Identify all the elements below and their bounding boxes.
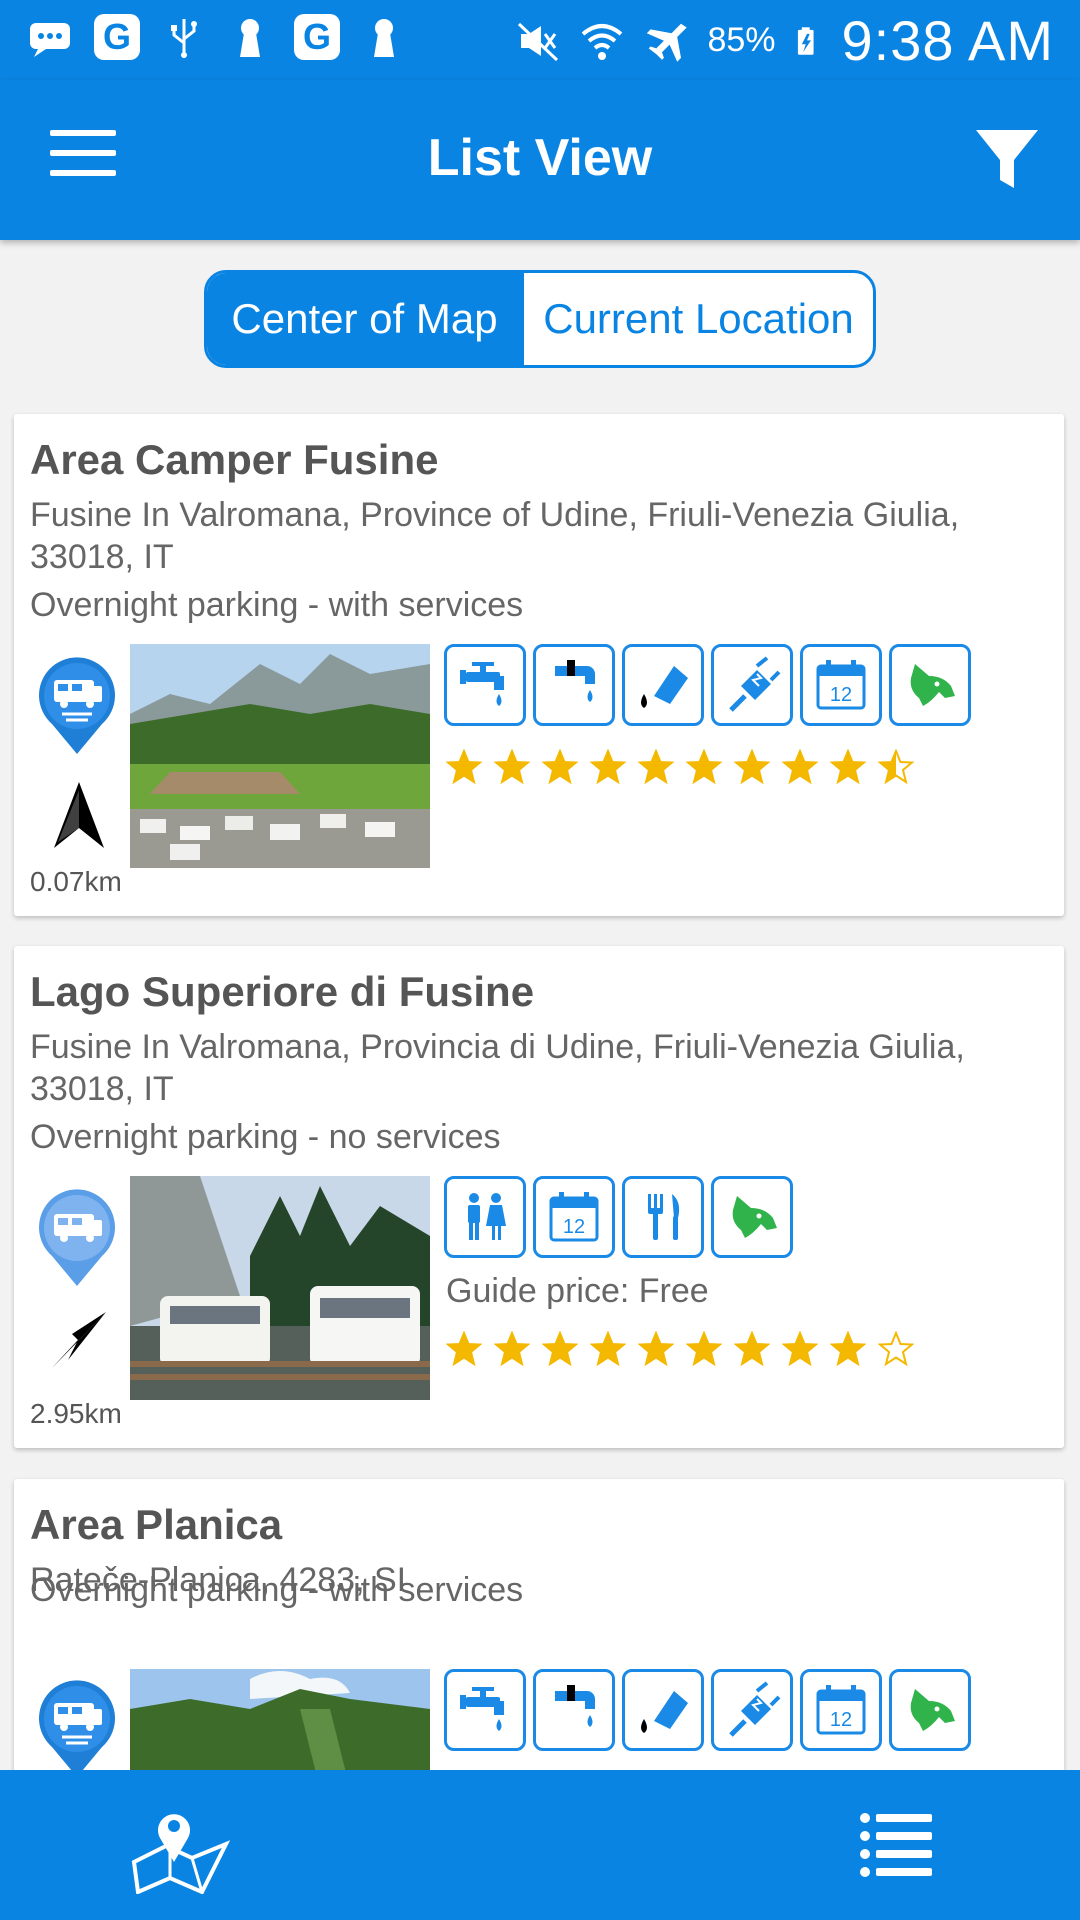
star-half-icon	[878, 749, 914, 785]
star-full-icon	[590, 749, 626, 785]
svg-text:12: 12	[830, 684, 852, 706]
battery-percent: 85%	[707, 21, 776, 59]
message-icon	[30, 23, 70, 57]
google-icon: G	[94, 14, 140, 60]
star-empty-icon	[878, 1331, 914, 1367]
keyhole-icon	[240, 19, 260, 57]
direction-arrow-icon	[54, 782, 104, 848]
svg-text:12: 12	[563, 1216, 585, 1238]
distance-label: 0.07km	[30, 866, 122, 897]
distance-label: 2.95km	[30, 1398, 122, 1429]
star-full-icon	[638, 749, 674, 785]
place-photo[interactable]	[130, 644, 430, 868]
star-full-icon	[590, 1331, 626, 1367]
star-full-icon	[782, 1331, 818, 1367]
dog-icon	[711, 1176, 793, 1258]
battery-charging-icon	[797, 26, 814, 55]
dog-icon	[889, 644, 971, 726]
place-photo[interactable]	[130, 1176, 430, 1400]
usb-icon	[171, 19, 197, 58]
drain-icon	[533, 644, 615, 726]
camper-service-pin-icon	[39, 1680, 116, 1777]
star-full-icon	[734, 1331, 770, 1367]
star-full-icon	[830, 749, 866, 785]
camper-service-pin-icon	[39, 657, 116, 754]
bottom-nav-bar	[0, 1770, 1080, 1920]
amenity-icons: 12	[444, 1669, 971, 1751]
place-address: Fusine In Valromana, Province of Udine, …	[30, 496, 960, 576]
star-full-icon	[734, 749, 770, 785]
place-name: Lago Superiore di Fusine	[30, 968, 535, 1015]
list-icon[interactable]	[860, 1812, 932, 1878]
place-name: Area Planica	[30, 1501, 283, 1548]
keyhole-icon	[374, 19, 394, 57]
rating-stars	[446, 1331, 914, 1367]
calendar-icon: 12	[800, 644, 882, 726]
camper-pin-icon	[39, 1189, 116, 1286]
app-bar: List View	[0, 80, 1080, 240]
amenity-icons: 12	[444, 644, 971, 726]
star-full-icon	[686, 749, 722, 785]
place-address: Fusine In Valromana, Provincia di Udine,…	[30, 1028, 965, 1108]
location-toggle: Center of Map Current Location	[204, 270, 876, 368]
star-full-icon	[494, 749, 530, 785]
star-full-icon	[686, 1331, 722, 1367]
electricity-icon	[711, 644, 793, 726]
drain-icon	[533, 1669, 615, 1751]
wifi-icon	[582, 23, 623, 60]
center-of-map-tab[interactable]: Center of Map	[207, 273, 522, 365]
dump-icon	[622, 1669, 704, 1751]
place-type: Overnight parking - with services	[30, 586, 524, 624]
place-type: Overnight parking - with services	[30, 1571, 524, 1609]
mute-icon	[518, 22, 559, 61]
star-full-icon	[542, 749, 578, 785]
dump-icon	[622, 644, 704, 726]
water-tap-icon	[444, 644, 526, 726]
place-card[interactable]: Lago Superiore di Fusine Fusine In Valro…	[14, 946, 1064, 1448]
amenity-icons: 12	[444, 1176, 793, 1258]
clock: 9:38 AM	[841, 9, 1054, 72]
star-full-icon	[446, 749, 482, 785]
restaurant-icon	[622, 1176, 704, 1258]
airplane-icon	[647, 23, 688, 62]
star-full-icon	[494, 1331, 530, 1367]
star-full-icon	[446, 1331, 482, 1367]
notification-icons: G G	[28, 14, 406, 60]
map-pin-icon[interactable]	[130, 1800, 230, 1894]
status-bar: G G 85% 9:38 AM	[0, 0, 1080, 80]
page-title: List View	[427, 129, 653, 187]
rating-stars	[446, 749, 914, 785]
place-card[interactable]: Area Planica Rateče-Planica, 4283, SI Ov…	[14, 1479, 1064, 1809]
star-full-icon	[638, 1331, 674, 1367]
svg-text:12: 12	[830, 1709, 852, 1731]
place-card[interactable]: Area Camper Fusine Fusine In Valromana, …	[14, 414, 1064, 916]
place-type: Overnight parking - no services	[30, 1118, 501, 1156]
guide-price: Guide price: Free	[446, 1272, 709, 1310]
star-full-icon	[782, 749, 818, 785]
current-location-tab[interactable]: Current Location	[522, 273, 873, 365]
google-icon: G	[294, 14, 340, 60]
place-name: Area Camper Fusine	[30, 436, 439, 483]
electricity-icon	[711, 1669, 793, 1751]
system-icons: 85% 9:38 AM	[515, 8, 1054, 73]
star-full-icon	[830, 1331, 866, 1367]
direction-arrow-icon	[52, 1312, 106, 1368]
filter-icon[interactable]	[972, 124, 1042, 194]
toilets-icon	[444, 1176, 526, 1258]
dog-icon	[889, 1669, 971, 1751]
calendar-icon: 12	[800, 1669, 882, 1751]
calendar-icon: 12	[533, 1176, 615, 1258]
water-tap-icon	[444, 1669, 526, 1751]
star-full-icon	[542, 1331, 578, 1367]
